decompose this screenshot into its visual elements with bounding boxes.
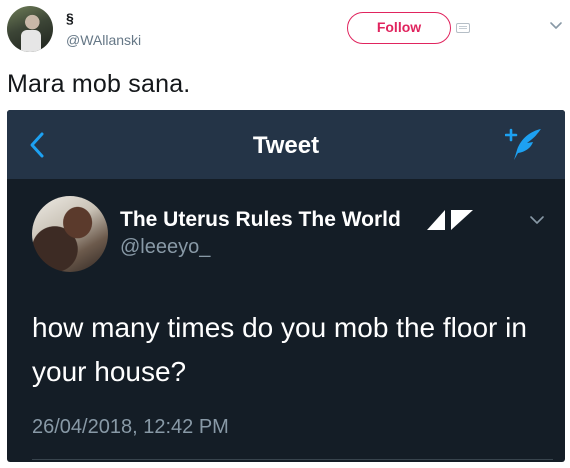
card-icon bbox=[456, 23, 470, 33]
tweet-text: Mara mob sana. bbox=[7, 70, 191, 98]
compose-tweet-icon bbox=[505, 128, 541, 160]
screenshot-nav-title: Tweet bbox=[252, 132, 320, 159]
screenshot-nav-bar: Tweet bbox=[7, 110, 565, 179]
author-avatar[interactable] bbox=[7, 6, 53, 52]
embedded-tweet-screenshot: Tweet The Uterus Rules The World @leeeyo… bbox=[7, 110, 565, 462]
screenshot-timestamp: 26/04/2018, 12:42 PM bbox=[32, 416, 229, 438]
divider bbox=[32, 459, 553, 460]
chevron-down-icon bbox=[530, 216, 544, 224]
follow-button[interactable]: Follow bbox=[347, 12, 451, 44]
author-handle[interactable]: @WAllanski bbox=[66, 32, 141, 48]
screenshot-author-avatar bbox=[32, 196, 108, 272]
chevron-down-icon[interactable] bbox=[548, 18, 564, 34]
triangle-logo-icon bbox=[427, 210, 473, 230]
screenshot-tweet-text: how many times do you mob the floor in y… bbox=[32, 312, 527, 387]
author-name[interactable]: § bbox=[66, 10, 74, 26]
screenshot-author-name: The Uterus Rules The World bbox=[120, 208, 401, 231]
screenshot-author-handle: @leeeyo_ bbox=[120, 236, 211, 258]
